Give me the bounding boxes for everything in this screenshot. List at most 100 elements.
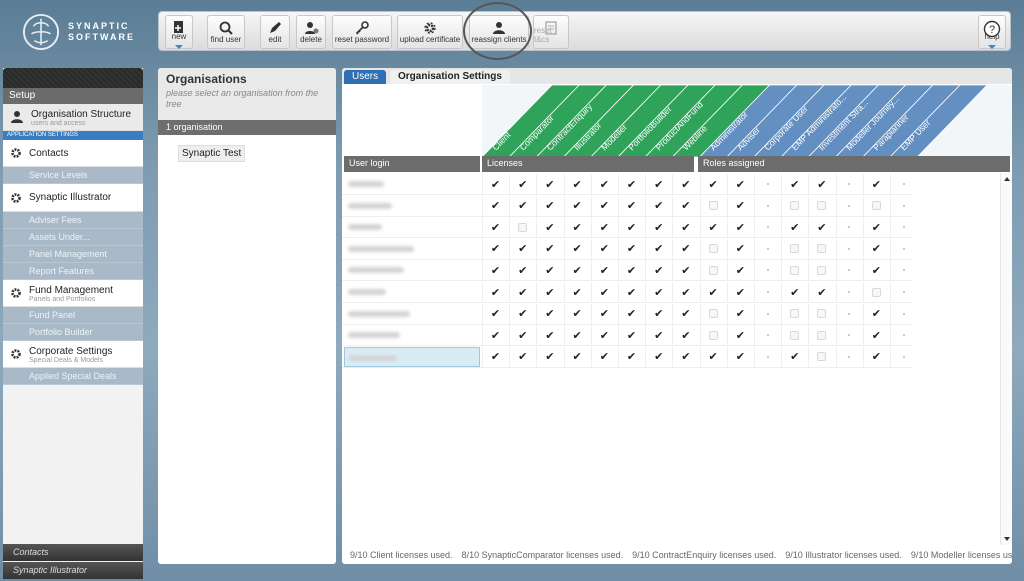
sidebar-subitem-portfolio-builder[interactable]: Portfolio Builder <box>3 324 143 341</box>
edit-button[interactable]: edit <box>260 15 290 49</box>
license-checkbox[interactable]: ✔ <box>536 282 562 302</box>
user-login-cell[interactable] <box>344 260 480 280</box>
license-checkbox[interactable]: ✔ <box>590 346 617 367</box>
license-checkbox[interactable]: ✔ <box>672 325 698 346</box>
delete-button[interactable]: delete <box>296 15 326 49</box>
license-checkbox[interactable]: ✔ <box>590 195 617 216</box>
license-checkbox[interactable]: ✔ <box>672 303 698 324</box>
user-login-cell[interactable] <box>344 196 480 216</box>
role-checkbox[interactable]: ✔ <box>726 217 753 238</box>
license-checkbox[interactable]: ✔ <box>618 174 644 194</box>
role-checkbox[interactable]: ✔ <box>726 195 753 216</box>
table-row[interactable]: ✔ ✔ ✔ ✔ ✔ ✔ ✔ ✔ ✔ ✔ ✔ ✔ ✔ <box>342 173 912 195</box>
role-checkbox[interactable]: ✔ <box>862 260 889 281</box>
table-row[interactable]: ✔ ✔ ✔ ✔ ✔ ✔ ✔ ✔ ✔ ✔ <box>342 303 912 325</box>
sidebar-subitem-panel-management[interactable]: Panel Management <box>3 246 143 263</box>
license-checkbox[interactable]: ✔ <box>563 303 590 324</box>
license-checkbox[interactable]: ✔ <box>536 195 562 216</box>
license-checkbox[interactable]: ✔ <box>536 217 562 238</box>
role-checkbox[interactable] <box>808 195 834 216</box>
license-checkbox[interactable]: ✔ <box>482 174 508 194</box>
user-login-header[interactable]: User login <box>344 156 480 172</box>
unchecked-box[interactable] <box>817 330 827 340</box>
license-checkbox[interactable]: ✔ <box>563 174 590 194</box>
license-checkbox[interactable]: ✔ <box>536 238 562 259</box>
role-checkbox[interactable]: ✔ <box>726 325 753 346</box>
unchecked-box[interactable] <box>790 201 800 211</box>
new-button[interactable]: new <box>165 15 193 49</box>
table-row[interactable]: ✔ ✔ ✔ ✔ ✔ ✔ ✔ ✔ ✔ ✔ ✔ ✔ <box>342 346 912 368</box>
license-checkbox[interactable]: ✔ <box>482 346 508 367</box>
license-checkbox[interactable]: ✔ <box>618 303 644 324</box>
license-checkbox[interactable]: ✔ <box>672 217 698 238</box>
license-checkbox[interactable]: ✔ <box>509 195 535 216</box>
role-checkbox[interactable] <box>862 195 889 216</box>
unchecked-box[interactable] <box>817 309 827 319</box>
license-checkbox[interactable]: ✔ <box>563 238 590 259</box>
role-checkbox[interactable]: ✔ <box>726 282 753 302</box>
role-checkbox[interactable] <box>699 303 726 324</box>
sidebar-item-synaptic-illustrator[interactable]: Synaptic Illustrator <box>3 184 143 212</box>
role-checkbox[interactable]: ✔ <box>862 325 889 346</box>
unchecked-box[interactable] <box>817 244 827 254</box>
reset-tcs-button[interactable]: reset t&cs <box>533 15 569 49</box>
table-row[interactable]: ✔ ✔ ✔ ✔ ✔ ✔ ✔ ✔ ✔ ✔ ✔ ✔ <box>342 216 912 239</box>
user-login-cell[interactable] <box>344 282 480 302</box>
role-checkbox[interactable] <box>699 260 726 281</box>
role-checkbox[interactable]: ✔ <box>781 346 807 367</box>
license-checkbox[interactable] <box>509 217 535 238</box>
role-checkbox[interactable]: ✔ <box>726 260 753 281</box>
role-checkbox[interactable]: ✔ <box>781 174 807 194</box>
license-checkbox[interactable]: ✔ <box>590 282 617 302</box>
license-checkbox[interactable]: ✔ <box>645 346 671 367</box>
license-checkbox[interactable]: ✔ <box>536 346 562 367</box>
license-checkbox[interactable]: ✔ <box>618 195 644 216</box>
sidebar-subitem-applied-special-deals[interactable]: Applied Special Deals <box>3 368 143 385</box>
license-checkbox[interactable]: ✔ <box>482 325 508 346</box>
unchecked-box[interactable] <box>790 330 800 340</box>
user-login-cell[interactable] <box>344 174 480 194</box>
role-checkbox[interactable]: ✔ <box>808 217 834 238</box>
license-checkbox[interactable]: ✔ <box>536 303 562 324</box>
role-checkbox[interactable] <box>781 325 807 346</box>
license-checkbox[interactable]: ✔ <box>482 260 508 281</box>
license-checkbox[interactable]: ✔ <box>590 217 617 238</box>
role-checkbox[interactable]: ✔ <box>862 238 889 259</box>
sidebar-subitem-fund-panel[interactable]: Fund Panel <box>3 307 143 324</box>
license-checkbox[interactable]: ✔ <box>618 238 644 259</box>
license-checkbox[interactable]: ✔ <box>482 195 508 216</box>
role-checkbox[interactable]: ✔ <box>699 346 726 367</box>
role-checkbox[interactable]: ✔ <box>862 174 889 194</box>
license-checkbox[interactable]: ✔ <box>509 174 535 194</box>
role-checkbox[interactable] <box>808 303 834 324</box>
license-checkbox[interactable]: ✔ <box>672 238 698 259</box>
license-checkbox[interactable]: ✔ <box>482 238 508 259</box>
table-row[interactable]: ✔ ✔ ✔ ✔ ✔ ✔ ✔ ✔ ✔ ✔ <box>342 238 912 260</box>
license-checkbox[interactable]: ✔ <box>509 346 535 367</box>
license-checkbox[interactable]: ✔ <box>645 260 671 281</box>
license-checkbox[interactable]: ✔ <box>618 325 644 346</box>
user-login-cell[interactable] <box>344 217 480 237</box>
user-login-cell[interactable] <box>344 239 480 259</box>
scroll-up-icon[interactable] <box>1004 177 1010 181</box>
role-checkbox[interactable] <box>699 238 726 259</box>
table-row[interactable]: ✔ ✔ ✔ ✔ ✔ ✔ ✔ ✔ ✔ <box>342 195 912 217</box>
license-checkbox[interactable]: ✔ <box>509 260 535 281</box>
vertical-scrollbar[interactable] <box>1000 173 1012 545</box>
license-checkbox[interactable]: ✔ <box>645 238 671 259</box>
unchecked-box[interactable] <box>790 244 800 254</box>
license-checkbox[interactable]: ✔ <box>590 238 617 259</box>
sidebar-subitem-service-levels[interactable]: Service Levels <box>3 167 143 184</box>
license-checkbox[interactable]: ✔ <box>509 238 535 259</box>
role-checkbox[interactable] <box>781 238 807 259</box>
role-checkbox[interactable]: ✔ <box>862 303 889 324</box>
license-checkbox[interactable]: ✔ <box>645 303 671 324</box>
license-checkbox[interactable]: ✔ <box>563 346 590 367</box>
sidebar-item-contacts[interactable]: Contacts <box>3 140 143 167</box>
role-checkbox[interactable]: ✔ <box>808 174 834 194</box>
role-checkbox[interactable]: ✔ <box>808 282 834 302</box>
license-checkbox[interactable]: ✔ <box>536 174 562 194</box>
role-checkbox[interactable] <box>781 195 807 216</box>
upload-certificate-button[interactable]: upload certificate <box>397 15 463 49</box>
unchecked-box[interactable] <box>708 265 718 275</box>
